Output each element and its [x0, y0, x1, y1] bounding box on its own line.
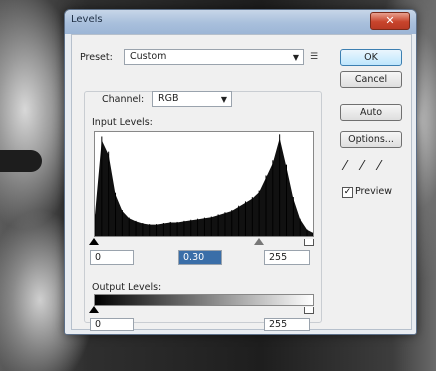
preview-label: Preview — [355, 186, 392, 197]
preset-select[interactable]: Custom ▼ — [124, 49, 304, 65]
input-gray-slider[interactable] — [254, 238, 264, 245]
options-button[interactable]: Options... — [340, 131, 402, 148]
cancel-button[interactable]: Cancel — [340, 71, 402, 88]
input-gray-field[interactable]: 0.30 — [178, 250, 222, 265]
chevron-down-icon: ▼ — [292, 53, 299, 62]
close-button[interactable]: ✕ — [370, 12, 410, 30]
channel-select[interactable]: RGB ▼ — [152, 91, 232, 107]
input-levels-label: Input Levels: — [92, 117, 153, 128]
input-white-slider[interactable] — [304, 239, 314, 246]
title-bar[interactable]: Levels ✕ — [65, 10, 416, 34]
input-white-field[interactable]: 255 — [264, 250, 310, 265]
output-levels-label: Output Levels: — [92, 282, 162, 293]
output-white-slider[interactable] — [304, 307, 314, 314]
output-black-field[interactable]: 0 — [90, 318, 134, 331]
auto-button[interactable]: Auto — [340, 104, 402, 121]
white-eyedropper-icon[interactable]: ⁄ — [378, 159, 380, 174]
ok-button[interactable]: OK — [340, 49, 402, 66]
input-black-slider[interactable] — [89, 238, 99, 245]
black-eyedropper-icon[interactable]: ⁄ — [344, 159, 346, 174]
input-black-field[interactable]: 0 — [90, 250, 134, 265]
levels-dialog: Levels ✕ Preset: Custom ▼ ☰ OK Cancel Au… — [64, 9, 417, 335]
output-black-slider[interactable] — [89, 306, 99, 313]
output-white-field[interactable]: 255 — [264, 318, 310, 331]
channel-label: Channel: — [102, 94, 145, 105]
preview-checkbox[interactable]: ✓ — [342, 187, 353, 198]
background-photo-detail — [0, 150, 42, 172]
output-gradient-bar — [94, 294, 314, 306]
close-icon: ✕ — [385, 14, 395, 27]
dialog-body: Preset: Custom ▼ ☰ OK Cancel Auto Option… — [71, 34, 412, 331]
chevron-down-icon: ▼ — [220, 95, 227, 104]
preset-label: Preset: — [80, 52, 113, 63]
window-title: Levels — [71, 14, 103, 25]
preset-value: Custom — [130, 51, 167, 62]
histogram — [94, 131, 314, 237]
preset-options-icon[interactable]: ☰ — [310, 52, 318, 62]
channel-value: RGB — [158, 93, 179, 104]
gray-eyedropper-icon[interactable]: ⁄ — [361, 159, 363, 174]
